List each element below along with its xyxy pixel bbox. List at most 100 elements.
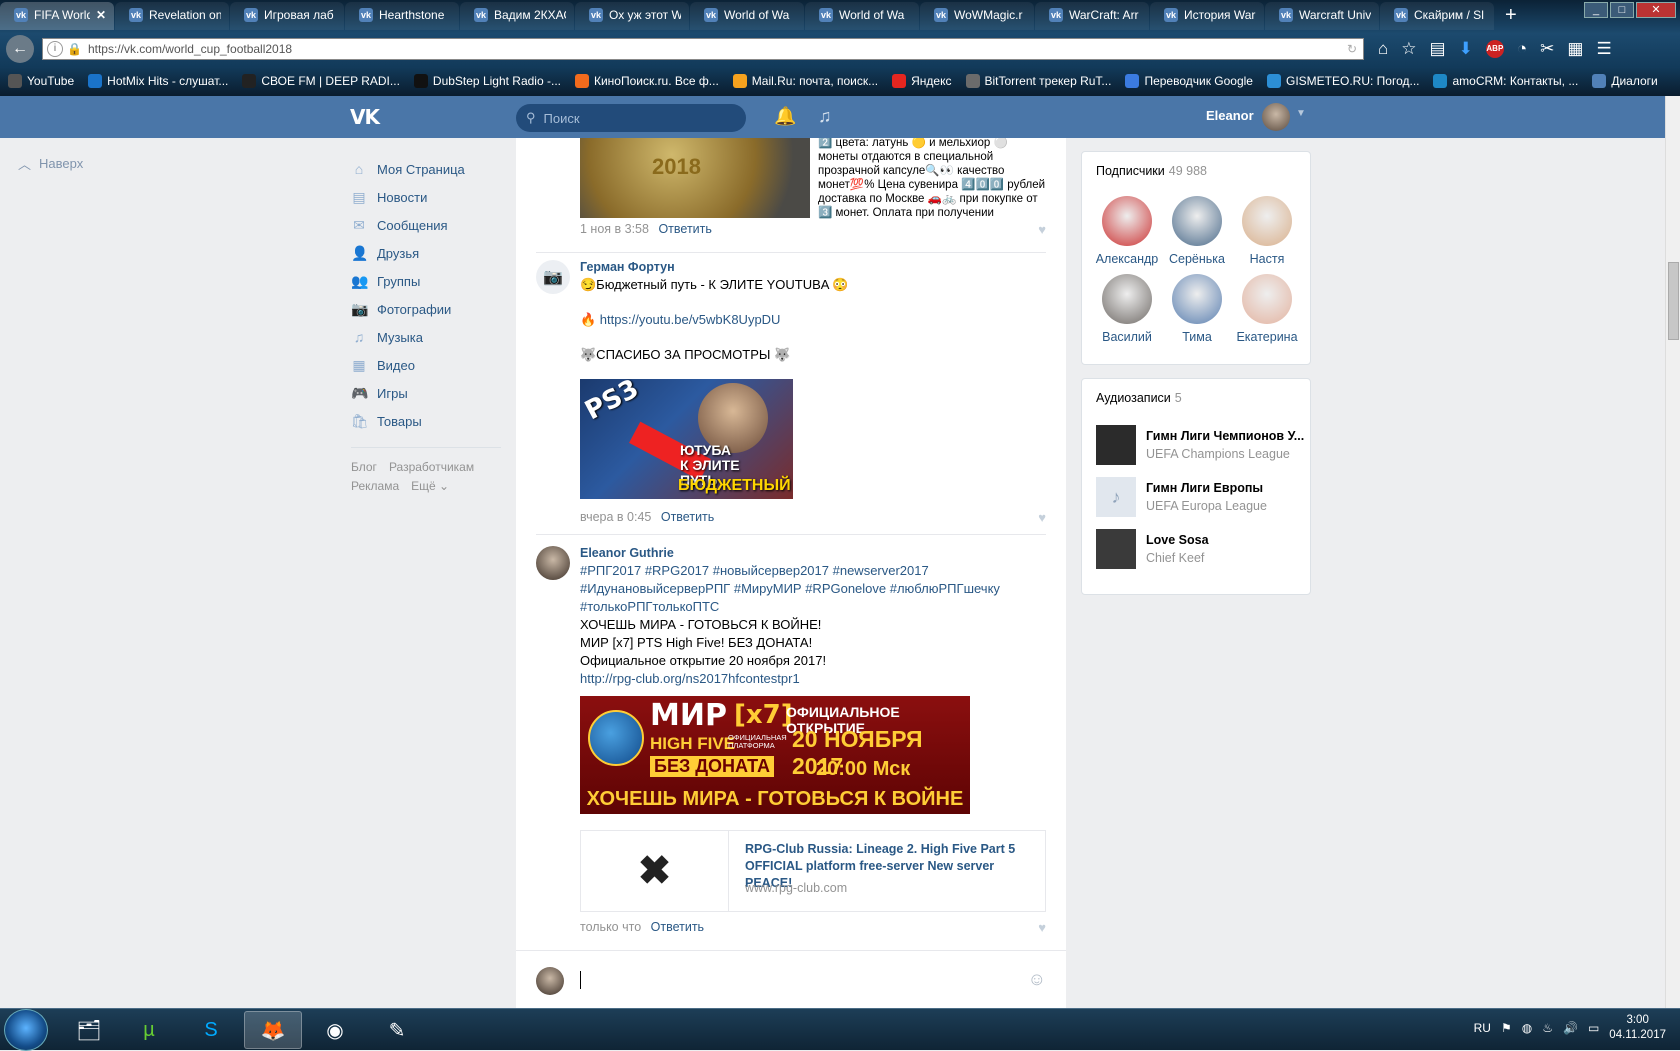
extension-icon[interactable]: ◔ (1517, 39, 1527, 59)
monitor-icon[interactable]: ▭ (1588, 1021, 1599, 1035)
notes-app-icon[interactable]: ✎ (368, 1011, 426, 1049)
browser-tab[interactable]: vk World of Wa (805, 2, 919, 30)
scrollbar-thumb[interactable] (1668, 262, 1679, 340)
subscriber[interactable]: Тима (1162, 274, 1232, 344)
camera-icon[interactable]: 📷 (536, 260, 570, 294)
search-input[interactable]: ⚲ Поиск (516, 104, 746, 132)
close-tab-icon[interactable]: ✕ (96, 8, 106, 22)
volume-icon[interactable]: 🔊 (1563, 1021, 1578, 1035)
browser-tab[interactable]: vk Revelation on (115, 2, 229, 30)
menu-item[interactable]: ▦ Видео (351, 351, 501, 379)
header-avatar[interactable] (1262, 103, 1290, 131)
menu-item[interactable]: ⌂ Моя Страница (351, 155, 501, 183)
track-artist[interactable]: UEFA Europa League (1146, 499, 1267, 513)
album-cover[interactable] (1096, 425, 1136, 465)
subscriber[interactable]: Настя (1232, 196, 1302, 266)
reload-icon[interactable]: ↻ (1347, 42, 1357, 56)
tools-icon[interactable]: ✂ (1540, 39, 1554, 59)
coin-photo[interactable]: 2018 (580, 138, 810, 218)
info-icon[interactable]: i (47, 41, 63, 57)
bookmarks-list-icon[interactable]: ▤ (1430, 39, 1446, 59)
like-icon[interactable]: ♥ (1038, 222, 1046, 237)
bookmark-item[interactable]: Яндекс (892, 74, 952, 88)
browser-tab[interactable]: vk FIFA World ✕ (0, 2, 114, 30)
firefox-icon[interactable]: 🦊 (244, 1011, 302, 1049)
maximize-button[interactable]: □ (1610, 2, 1634, 18)
album-cover[interactable] (1096, 529, 1136, 569)
bookmark-item[interactable]: GISMETEO.RU: Погод... (1266, 74, 1419, 88)
skype-icon[interactable]: S (182, 1011, 240, 1049)
video-thumbnail[interactable]: PS3 ЮТУБА К ЭЛИТЕ ПУТЬ БЮДЖЕТНЫЙ (580, 379, 793, 499)
clock[interactable]: 3:00 04.11.2017 (1609, 1013, 1666, 1043)
post-banner-image[interactable]: МИР [x7] HIGH FIVE ОФИЦИАЛЬНАЯ ПЛАТФОРМА… (580, 696, 970, 814)
subscribers-title[interactable]: Подписчики 49 988 (1096, 164, 1207, 178)
music-note-icon[interactable]: ♫ (818, 106, 832, 127)
bookmark-star-icon[interactable]: ☆ (1401, 39, 1416, 59)
menu-item[interactable]: 👤 Друзья (351, 239, 501, 267)
reply-link[interactable]: Ответить (651, 920, 704, 934)
steam-icon[interactable]: ♨ (1542, 1021, 1553, 1035)
back-button[interactable]: ← (6, 35, 34, 63)
header-user-name[interactable]: Eleanor (1206, 108, 1254, 123)
post-author[interactable]: Eleanor Guthrie (580, 546, 674, 560)
new-tab-button[interactable]: + (1495, 2, 1527, 32)
language-indicator[interactable]: RU (1474, 1021, 1491, 1035)
browser-tab[interactable]: vk История War (1150, 2, 1264, 30)
post-hashtags[interactable]: #РПГ2017 #RPG2017 #новыйсервер2017 #news… (580, 562, 1030, 616)
browser-tab[interactable]: vk Warcraft Univ (1265, 2, 1379, 30)
bookmark-item[interactable]: КиноПоиск.ru. Все ф... (574, 74, 719, 88)
color-picker-icon[interactable]: ▦ (1567, 39, 1583, 59)
browser-tab[interactable]: vk Hearthstone (345, 2, 459, 30)
flag-icon[interactable]: ⚑ (1501, 1021, 1512, 1035)
bookmark-item[interactable]: amoCRM: Контакты, ... (1433, 74, 1578, 88)
link-snippet[interactable]: ✖ RPG-Club Russia: Lineage 2. High Five … (580, 830, 1046, 912)
bookmark-item[interactable]: Mail.Ru: почта, поиск... (732, 74, 878, 88)
audio-track[interactable]: ♪ Гимн Лиги Европы UEFA Europa League (1096, 477, 1306, 519)
adblock-icon[interactable]: ABP (1485, 40, 1504, 58)
menu-item[interactable]: 🎮 Игры (351, 379, 501, 407)
browser-tab[interactable]: vk Скайрим / Sl (1380, 2, 1494, 30)
bookmark-item[interactable]: YouTube (8, 74, 74, 88)
subscriber[interactable]: Василий (1092, 274, 1162, 344)
post-time[interactable]: 1 ноя в 3:58 (580, 222, 649, 236)
comment-input[interactable] (580, 971, 581, 989)
track-artist[interactable]: UEFA Champions League (1146, 447, 1290, 461)
menu-item[interactable]: ♫ Музыка (351, 323, 501, 351)
menu-item[interactable]: 📷 Фотографии (351, 295, 501, 323)
footer-link[interactable]: Разработчикам (389, 460, 474, 474)
bookmark-item[interactable]: DubStep Light Radio -... (413, 74, 561, 88)
close-window-button[interactable]: ✕ (1636, 2, 1676, 18)
post-author[interactable]: Герман Фортун (580, 260, 675, 274)
chrome-icon[interactable]: ◉ (306, 1011, 364, 1049)
footer-link[interactable]: Реклама (351, 479, 399, 493)
browser-tab[interactable]: vk WarCraft: Arr (1035, 2, 1149, 30)
post-time[interactable]: только что (580, 920, 641, 934)
reply-link[interactable]: Ответить (661, 510, 714, 524)
post-link[interactable]: http://rpg-club.org/ns2017hfcontestpr1 (580, 670, 800, 688)
file-explorer-icon[interactable]: 🗂 (60, 1011, 118, 1049)
browser-tab[interactable]: vk Вадим 2КХАС (460, 2, 574, 30)
emoji-icon[interactable]: ☺ (1028, 969, 1046, 990)
url-text[interactable]: https://vk.com/world_cup_football2018 (88, 42, 1347, 56)
footer-link[interactable]: Ещё ⌄ (411, 479, 449, 493)
subscriber[interactable]: Екатерина (1232, 274, 1302, 344)
start-button[interactable] (4, 1009, 48, 1051)
post-time[interactable]: вчера в 0:45 (580, 510, 651, 524)
audio-track[interactable]: Love Sosa Chief Keef (1096, 529, 1306, 571)
bookmark-item[interactable]: BitTorrent трекер RuT... (965, 74, 1111, 88)
menu-icon[interactable]: ☰ (1596, 39, 1611, 59)
like-icon[interactable]: ♥ (1038, 510, 1046, 525)
music-note-icon[interactable]: ♪ (1096, 477, 1136, 517)
home-icon[interactable]: ⌂ (1378, 39, 1388, 59)
network-icon[interactable]: ◍ (1522, 1021, 1532, 1035)
back-to-top-button[interactable]: ︿ Наверх (18, 154, 83, 173)
minimize-button[interactable]: _ (1584, 2, 1608, 18)
bookmark-item[interactable]: Диалоги (1592, 74, 1658, 88)
post-link[interactable]: 🔥 https://youtu.be/v5wbK8UypDU (580, 311, 780, 329)
browser-tab[interactable]: vk Игровая лаб (230, 2, 344, 30)
menu-item[interactable]: ▤ Новости (351, 183, 501, 211)
browser-tab[interactable]: vk WoWMagic.r (920, 2, 1034, 30)
address-bar[interactable]: i 🔒 https://vk.com/world_cup_football201… (42, 38, 1364, 60)
bookmark-item[interactable]: HotMix Hits - слушат... (88, 74, 228, 88)
menu-item[interactable]: 👥 Группы (351, 267, 501, 295)
